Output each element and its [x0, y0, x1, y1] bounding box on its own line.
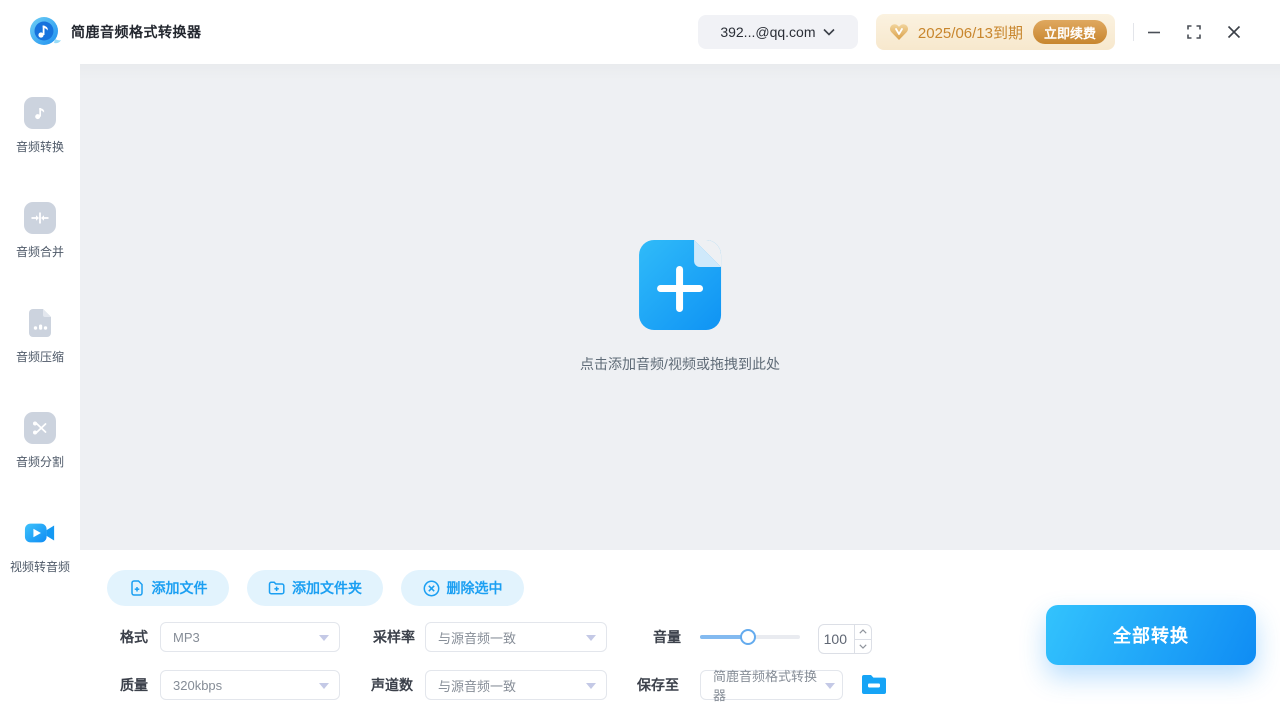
dropdown-arrow-icon — [586, 635, 596, 641]
account-email: 392...@qq.com — [720, 24, 816, 40]
save-to-select[interactable]: 简鹿音频格式转换器 — [700, 669, 843, 703]
brand: 简鹿音频格式转换器 — [28, 15, 202, 49]
video-camera-icon — [24, 517, 56, 549]
scissors-icon — [23, 412, 56, 444]
volume-spinner: 100 — [818, 624, 872, 654]
circle-x-icon — [423, 580, 439, 596]
folder-plus-icon — [268, 581, 285, 595]
add-folder-label: 添加文件夹 — [292, 580, 362, 596]
app-logo-icon — [30, 17, 61, 45]
close-button[interactable] — [1214, 12, 1254, 52]
sidebar-item-video-to-audio[interactable]: 视频转音频 — [10, 517, 70, 575]
add-file-button[interactable]: 添加文件 — [107, 570, 229, 606]
spinner-up-button[interactable] — [855, 625, 871, 640]
app-title: 简鹿音频格式转换器 — [71, 24, 202, 40]
titlebar: 简鹿音频格式转换器 392...@qq.com 2025/06/13到期 立即续… — [0, 0, 1280, 64]
open-folder-button[interactable] — [861, 673, 887, 697]
sidebar: 音频转换 音频合并 音频压缩 音频分割 视频转音频 — [0, 64, 80, 720]
chevron-up-icon — [859, 629, 867, 634]
maximize-icon — [1187, 25, 1201, 39]
add-folder-button[interactable]: 添加文件夹 — [247, 570, 383, 606]
dropdown-arrow-icon — [586, 683, 596, 689]
sidebar-item-label: 音频合并 — [15, 245, 64, 259]
volume-label: 音量 — [653, 629, 681, 645]
minimize-icon — [1148, 31, 1160, 34]
sidebar-item-audio-compress[interactable]: 音频压缩 — [16, 307, 64, 365]
close-icon — [1227, 25, 1241, 39]
volume-value[interactable]: 100 — [819, 625, 854, 653]
add-file-label: 添加文件 — [151, 580, 208, 596]
convert-all-button[interactable]: 全部转换 — [1046, 605, 1256, 665]
quality-label: 质量 — [120, 677, 148, 693]
open-folder-icon — [862, 675, 886, 694]
titlebar-right: 392...@qq.com 2025/06/13到期 立即续费 — [697, 12, 1254, 52]
delete-selected-button[interactable]: 删除选中 — [401, 570, 524, 606]
maximize-button[interactable] — [1174, 12, 1214, 52]
spinner-buttons — [854, 625, 871, 653]
quality-value: 320kbps — [173, 677, 223, 693]
chevron-down-icon — [823, 28, 836, 36]
dropdown-arrow-icon — [319, 635, 329, 641]
sidebar-item-audio-split[interactable]: 音频分割 — [16, 412, 64, 470]
chevron-down-icon — [859, 644, 867, 649]
merge-arrows-icon — [23, 202, 56, 234]
channels-label: 声道数 — [371, 677, 413, 693]
file-plus-icon — [130, 580, 143, 596]
format-label: 格式 — [120, 629, 148, 645]
sidebar-item-label: 视频转音频 — [9, 560, 70, 574]
app-window: 简鹿音频格式转换器 392...@qq.com 2025/06/13到期 立即续… — [0, 0, 1280, 720]
window-controls — [1134, 12, 1254, 52]
dropzone-hint: 点击添加音频/视频或拖拽到此处 — [580, 356, 780, 372]
spinner-down-button[interactable] — [855, 640, 871, 654]
minimize-button[interactable] — [1134, 12, 1174, 52]
vip-heart-icon — [889, 24, 908, 40]
vip-expiry-date: 2025/06/13到期 — [917, 24, 1023, 42]
vip-badge: 2025/06/13到期 立即续费 — [875, 14, 1115, 50]
sample-rate-value: 与源音频一致 — [438, 630, 517, 646]
account-dropdown[interactable]: 392...@qq.com — [697, 15, 858, 49]
sidebar-item-label: 音频转换 — [15, 140, 64, 154]
save-to-value: 简鹿音频格式转换器 — [713, 669, 818, 703]
delete-selected-label: 删除选中 — [446, 580, 503, 596]
dropzone[interactable]: 点击添加音频/视频或拖拽到此处 — [580, 240, 780, 374]
dropdown-arrow-icon — [825, 683, 835, 689]
file-list-area: 点击添加音频/视频或拖拽到此处 — [80, 64, 1280, 550]
channels-select[interactable]: 与源音频一致 — [425, 670, 607, 700]
music-note-icon — [23, 97, 56, 129]
sidebar-item-label: 音频分割 — [15, 455, 64, 469]
renew-button[interactable]: 立即续费 — [1032, 20, 1107, 44]
volume-slider[interactable] — [700, 629, 800, 645]
channels-value: 与源音频一致 — [438, 678, 517, 694]
save-to-label: 保存至 — [637, 677, 679, 693]
dropdown-arrow-icon — [319, 683, 329, 689]
format-select[interactable]: MP3 — [160, 622, 340, 652]
sample-rate-select[interactable]: 与源音频一致 — [425, 622, 607, 652]
sample-rate-label: 采样率 — [373, 629, 415, 645]
quality-select[interactable]: 320kbps — [160, 670, 340, 700]
add-file-plus-icon — [638, 240, 721, 330]
format-value: MP3 — [173, 629, 200, 645]
volume-slider-handle[interactable] — [740, 629, 756, 645]
sidebar-item-label: 音频压缩 — [15, 350, 64, 364]
bottom-panel: 添加文件 添加文件夹 删除选中 格式 MP3 采样率 与源音频一致 音量 100… — [80, 550, 1280, 720]
sidebar-item-audio-merge[interactable]: 音频合并 — [16, 202, 64, 260]
compress-file-icon — [24, 307, 56, 339]
sidebar-item-audio-convert[interactable]: 音频转换 — [16, 97, 64, 155]
